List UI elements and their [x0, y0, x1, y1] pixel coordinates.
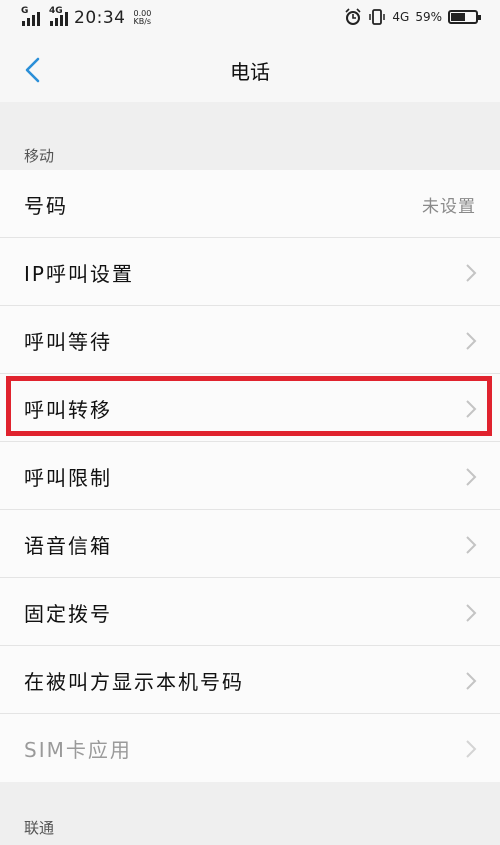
row-label: 固定拨号 [24, 602, 112, 626]
chevron-right-icon [466, 672, 477, 690]
speed-unit: KB/s [133, 17, 152, 26]
row-label: 呼叫等待 [24, 330, 112, 354]
alarm-icon [345, 8, 361, 25]
row-label: IP呼叫设置 [24, 262, 134, 286]
row-label: 呼叫限制 [24, 466, 112, 490]
battery-icon [448, 10, 481, 24]
row-label: 在被叫方显示本机号码 [24, 670, 244, 694]
settings-list-mobile: 号码 未设置 IP呼叫设置 呼叫等待 呼叫转移 呼叫限制 语音信箱 固定拨号 在… [0, 170, 500, 782]
chevron-right-icon [466, 400, 477, 418]
battery-fill [451, 13, 466, 21]
status-right: 4G 59% [344, 8, 481, 26]
row-call-forwarding[interactable]: 呼叫转移 [0, 374, 500, 442]
row-call-waiting[interactable]: 呼叫等待 [0, 306, 500, 374]
row-call-barring[interactable]: 呼叫限制 [0, 442, 500, 510]
row-label: SIM卡应用 [24, 738, 132, 762]
chevron-right-icon [466, 740, 477, 758]
status-left: G 4G 20:34 0.00 KB/s [21, 6, 152, 28]
row-label: 呼叫转移 [24, 398, 112, 422]
row-label: 号码 [24, 194, 68, 218]
row-label: 语音信箱 [24, 534, 112, 558]
chevron-right-icon [466, 264, 477, 282]
row-ip-call-settings[interactable]: IP呼叫设置 [0, 238, 500, 306]
row-caller-id[interactable]: 在被叫方显示本机号码 [0, 646, 500, 714]
chevron-right-icon [466, 536, 477, 554]
vibrate-icon [369, 9, 386, 25]
network-speed: 0.00 KB/s [134, 10, 152, 26]
row-voicemail[interactable]: 语音信箱 [0, 510, 500, 578]
row-number[interactable]: 号码 未设置 [0, 170, 500, 238]
chevron-right-icon [466, 332, 477, 350]
signal-icon: G [21, 6, 40, 26]
row-fixed-dialing[interactable]: 固定拨号 [0, 578, 500, 646]
sim2-tag: 4G [49, 6, 63, 16]
row-sim-apps[interactable]: SIM卡应用 [0, 714, 500, 782]
sim1-tag: G [21, 6, 29, 16]
row-value: 未设置 [422, 197, 476, 217]
section-label-mobile: 移动 [24, 147, 55, 165]
chevron-right-icon [466, 604, 477, 622]
clock: 20:34 [74, 8, 126, 28]
network-type: 4G [392, 10, 410, 24]
signal-icon-2: 4G [49, 6, 68, 26]
header: 电话 [0, 38, 500, 102]
page-title: 电话 [230, 60, 270, 84]
chevron-right-icon [466, 468, 477, 486]
status-bar: G 4G 20:34 0.00 KB/s 4G 59% [0, 0, 500, 38]
section-label-unicom: 联通 [24, 819, 55, 837]
battery-percent: 59% [415, 10, 442, 24]
